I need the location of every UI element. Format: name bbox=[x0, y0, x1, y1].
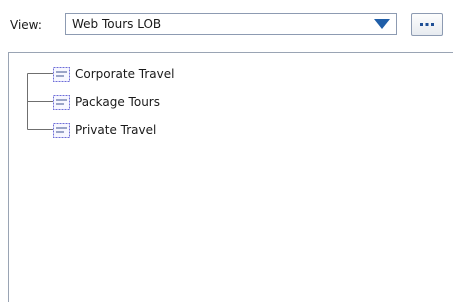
business-process-icon bbox=[53, 94, 70, 110]
tree-panel: Corporate Travel Package Tours Private T… bbox=[8, 52, 453, 302]
view-more-button[interactable] bbox=[411, 13, 443, 36]
ellipsis-icon bbox=[420, 23, 434, 26]
tree-connector-lines bbox=[27, 73, 53, 130]
chevron-down-icon[interactable] bbox=[374, 19, 390, 29]
business-process-icon bbox=[53, 66, 70, 82]
tree-item-corporate-travel[interactable]: Corporate Travel bbox=[53, 64, 174, 84]
view-select[interactable]: Web Tours LOB bbox=[65, 13, 397, 35]
view-select-value: Web Tours LOB bbox=[72, 17, 162, 31]
tree-item-package-tours[interactable]: Package Tours bbox=[53, 92, 160, 112]
tree-item-label: Package Tours bbox=[75, 95, 160, 109]
view-label: View: bbox=[10, 18, 42, 32]
view-toolbar: View: Web Tours LOB bbox=[0, 0, 453, 52]
tree-item-private-travel[interactable]: Private Travel bbox=[53, 120, 156, 140]
tree-item-label: Corporate Travel bbox=[75, 67, 175, 81]
business-process-icon bbox=[53, 122, 70, 138]
tree-item-label: Private Travel bbox=[75, 123, 157, 137]
